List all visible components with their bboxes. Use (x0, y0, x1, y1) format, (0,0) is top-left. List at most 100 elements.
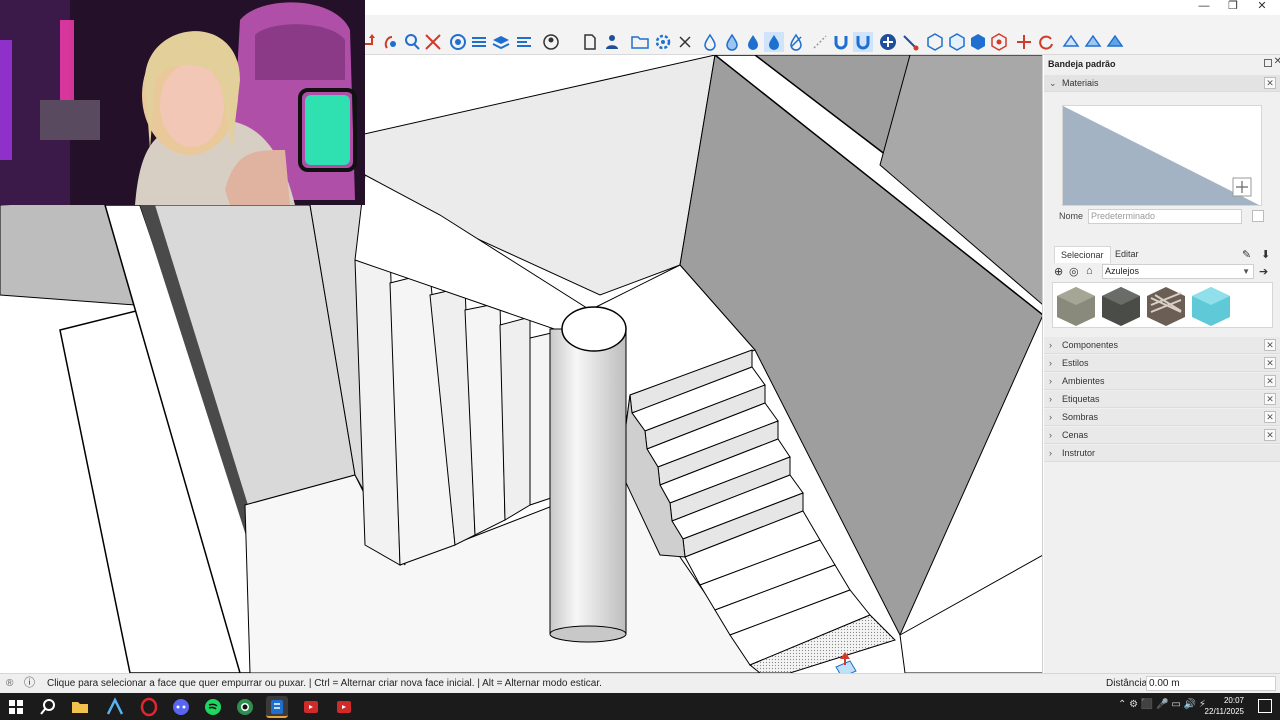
line-tool-icon[interactable] (810, 32, 830, 52)
material-name-field[interactable]: Predeterminado (1088, 209, 1242, 224)
tray-close-icon[interactable]: ✕ (1274, 56, 1280, 67)
panel-label: Materiais (1062, 78, 1099, 88)
grid2-icon[interactable] (1083, 32, 1103, 52)
hex-outline-icon[interactable] (947, 32, 967, 52)
library-dropdown[interactable]: Azulejos ▼ (1102, 264, 1254, 279)
grid3-icon[interactable] (1105, 32, 1125, 52)
plus-circle-icon[interactable] (878, 32, 898, 52)
minimize-button[interactable]: — (1190, 0, 1218, 15)
copy-icon[interactable] (1252, 210, 1264, 222)
windows-icon[interactable] (5, 696, 27, 718)
bucket-icon[interactable]: ⬇ (1261, 248, 1270, 261)
panel-styles[interactable]: › Estilos ✕ (1044, 355, 1280, 372)
layers2-icon[interactable] (491, 32, 511, 52)
info-icon[interactable]: ⓘ (24, 674, 35, 693)
axes-icon[interactable] (1014, 32, 1034, 52)
webcam-overlay (0, 0, 365, 205)
hex-icon[interactable] (925, 32, 945, 52)
file-explorer-icon[interactable] (69, 696, 91, 718)
swatch-dark-stone[interactable] (1100, 285, 1142, 327)
zoom-extents-icon[interactable] (423, 32, 443, 52)
panel-scenes[interactable]: › Cenas ✕ (1044, 427, 1280, 444)
spotify-icon[interactable] (202, 696, 224, 718)
magnet-active-icon[interactable] (853, 32, 873, 52)
orbit-icon[interactable] (381, 32, 401, 52)
box-select-icon[interactable] (630, 32, 650, 52)
panel-label: Componentes (1062, 340, 1119, 350)
restore-button[interactable]: ❐ (1219, 0, 1247, 15)
panel-tags[interactable]: › Etiquetas ✕ (1044, 391, 1280, 408)
eyedropper-icon[interactable]: ✎ (1242, 248, 1251, 261)
close-icon[interactable]: ✕ (1264, 77, 1276, 89)
chevron-down-icon: ⌄ (1049, 78, 1057, 88)
clock[interactable]: 20:07 22/11/2025 (1205, 695, 1244, 717)
home-icon[interactable]: ⌂ (1086, 265, 1093, 277)
panel-label: Sombras (1062, 412, 1099, 422)
geo-icon[interactable]: ® (6, 674, 13, 693)
notification-icon[interactable] (1258, 699, 1272, 713)
close-window-button[interactable]: ✕ (1248, 0, 1276, 15)
add-icon[interactable]: ⊕ (1054, 265, 1063, 278)
swatch-cyan-tile[interactable] (1190, 285, 1232, 327)
app-red-icon[interactable] (300, 696, 322, 718)
connect-icon[interactable] (900, 32, 920, 52)
library-value: Azulejos (1105, 266, 1140, 276)
chevron-right-icon: › (1049, 412, 1052, 422)
tray-icons[interactable]: ⌃ ⚙ ⬛ 🎤 ▭ 🔊 ⚡ (1118, 699, 1206, 710)
grid-icon[interactable] (1061, 32, 1081, 52)
layers3-icon[interactable] (514, 32, 534, 52)
sketchup-icon[interactable] (266, 696, 288, 718)
autodesk-icon[interactable] (104, 696, 126, 718)
panel-environments[interactable]: › Ambientes ✕ (1044, 373, 1280, 390)
tab-select[interactable]: Selecionar (1054, 246, 1111, 263)
chevron-down-icon: ▼ (1242, 267, 1250, 276)
swatch-checker[interactable] (1145, 285, 1187, 327)
hex-blue-icon[interactable] (968, 32, 988, 52)
tag-icon[interactable] (602, 32, 622, 52)
close-icon[interactable] (675, 32, 695, 52)
refresh-icon[interactable] (1036, 32, 1056, 52)
details-icon[interactable]: ➔ (1259, 265, 1268, 278)
app-red2-icon[interactable] (333, 696, 355, 718)
drop-active-icon[interactable] (764, 32, 784, 52)
close-icon[interactable]: ✕ (1264, 357, 1276, 369)
status-bar: ® ⓘ Clique para selecionar a face que qu… (0, 673, 1280, 693)
page-icon[interactable] (580, 32, 600, 52)
layers-icon[interactable] (469, 32, 489, 52)
slash-drop-icon[interactable] (786, 32, 806, 52)
close-icon[interactable]: ✕ (1264, 429, 1276, 441)
tab-edit[interactable]: Editar (1109, 246, 1145, 263)
panel-label: Etiquetas (1062, 394, 1100, 404)
swatch-stone[interactable] (1055, 285, 1097, 327)
section-icon[interactable] (448, 32, 468, 52)
status-message: Clique para selecionar a face que quer e… (47, 678, 602, 689)
close-icon[interactable]: ✕ (1264, 339, 1276, 351)
magnet-icon[interactable] (831, 32, 851, 52)
opera-icon[interactable] (138, 696, 160, 718)
drop-fill-icon[interactable] (743, 32, 763, 52)
distance-field[interactable]: 0.00 m (1146, 676, 1276, 691)
date-text: 22/11/2025 (1204, 707, 1244, 716)
chevron-right-icon: › (1049, 430, 1052, 440)
pin-icon[interactable] (1264, 59, 1272, 67)
model-icon[interactable]: ◎ (1069, 265, 1079, 278)
drop-half-icon[interactable] (722, 32, 742, 52)
taskbar: ⌃ ⚙ ⬛ 🎤 ▭ 🔊 ⚡ 20:07 22/11/2025 (0, 693, 1280, 720)
panel-label: Ambientes (1062, 376, 1105, 386)
hex-red-icon[interactable] (989, 32, 1009, 52)
panel-shadows[interactable]: › Sombras ✕ (1044, 409, 1280, 426)
drop-outline-icon[interactable] (700, 32, 720, 52)
user-icon[interactable] (541, 32, 561, 52)
tray-title: Bandeja padrão (1048, 59, 1116, 69)
discord-icon[interactable] (170, 696, 192, 718)
search-icon[interactable] (37, 696, 59, 718)
panel-instructor[interactable]: › Instrutor (1044, 445, 1280, 462)
gear-icon[interactable] (653, 32, 673, 52)
chrome-icon[interactable] (234, 696, 256, 718)
close-icon[interactable]: ✕ (1264, 393, 1276, 405)
panel-components[interactable]: › Componentes ✕ (1044, 337, 1280, 354)
zoom-icon[interactable] (402, 32, 422, 52)
close-icon[interactable]: ✕ (1264, 375, 1276, 387)
panel-materials[interactable]: ⌄ Materiais ✕ (1044, 75, 1280, 92)
close-icon[interactable]: ✕ (1264, 411, 1276, 423)
